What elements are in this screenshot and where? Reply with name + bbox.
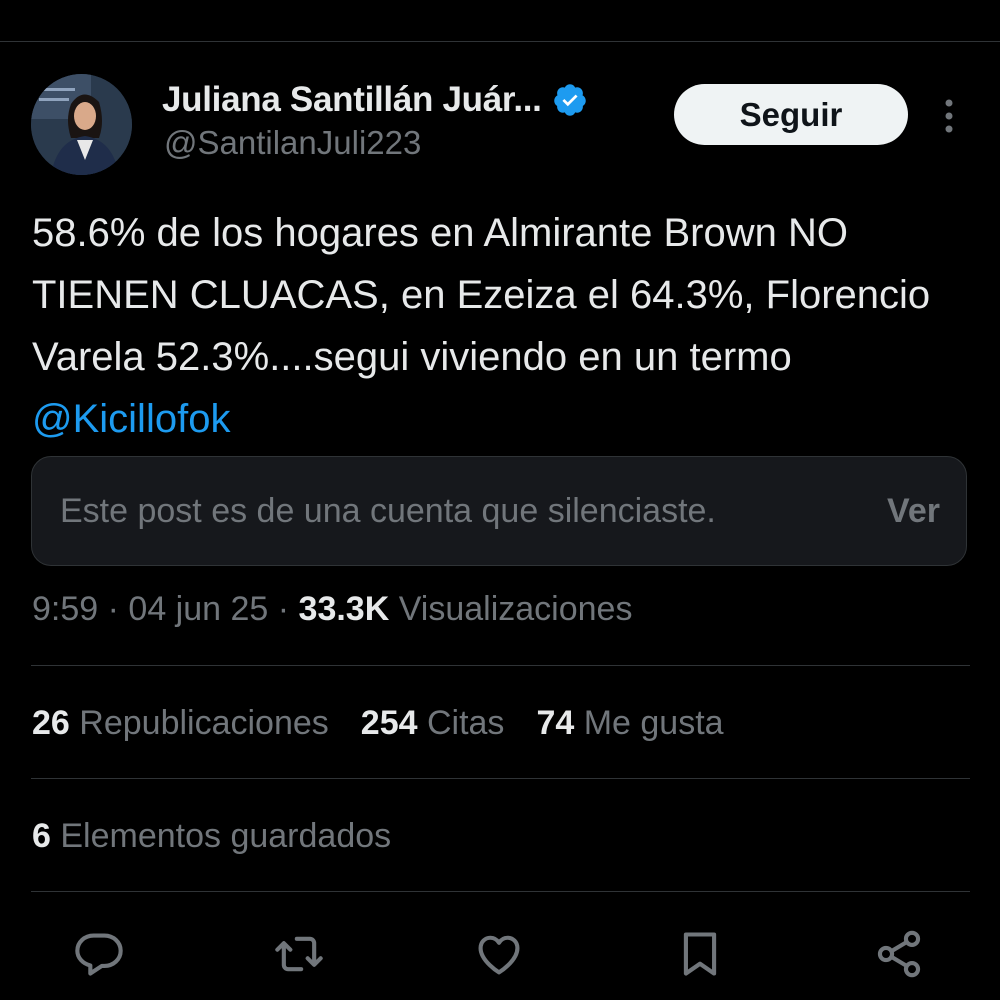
quotes-count: 254 (360, 704, 418, 742)
bookmark-icon[interactable] (674, 928, 726, 980)
reposts-stat[interactable]: 26 Republicaciones (32, 704, 329, 743)
engagement-stats: 26 Republicaciones 254 Citas 74 Me gusta (32, 704, 756, 743)
likes-label: Me gusta (583, 704, 724, 742)
like-icon[interactable] (473, 928, 525, 980)
bookmarks-label: Elementos guardados (60, 817, 392, 855)
repost-icon[interactable] (273, 928, 325, 980)
likes-count: 74 (536, 704, 575, 742)
divider (31, 891, 970, 892)
tweet-time[interactable]: 9:59 (32, 590, 98, 628)
quotes-label: Citas (426, 704, 505, 742)
tweet-text: 58.6% de los hogares en Almirante Brown … (32, 202, 972, 450)
reposts-label: Republicaciones (79, 704, 329, 742)
meta-separator: · (98, 590, 129, 628)
verified-badge-icon (552, 82, 588, 118)
divider (31, 778, 970, 779)
quotes-stat[interactable]: 254 Citas (361, 704, 505, 743)
follow-button[interactable]: Seguir (674, 84, 908, 145)
likes-stat[interactable]: 74 Me gusta (536, 704, 723, 743)
avatar[interactable] (31, 74, 132, 175)
bookmarks-count: 6 (32, 817, 51, 855)
tweet-meta: 9:59 · 04 jun 25 · 33.3K Visualizaciones (32, 590, 632, 629)
reply-icon[interactable] (73, 928, 125, 980)
author-name-row[interactable]: Juliana Santillán Juár... (162, 78, 588, 122)
muted-quote-card: Este post es de una cuenta que silencias… (31, 456, 967, 566)
author-handle[interactable]: @SantilanJuli223 (164, 124, 421, 162)
bookmarks-stat[interactable]: 6 Elementos guardados (32, 817, 391, 856)
reposts-count: 26 (32, 704, 70, 742)
top-divider (0, 41, 1000, 42)
mention-link[interactable]: @Kicillofok (32, 397, 230, 441)
muted-account-notice: Este post es de una cuenta que silencias… (60, 492, 716, 530)
author-display-name[interactable]: Juliana Santillán Juár... (162, 80, 542, 120)
views-count: 33.3K (298, 590, 390, 628)
views-label: Visualizaciones (398, 590, 633, 628)
more-options-icon[interactable] (936, 96, 962, 136)
meta-separator: · (268, 590, 299, 628)
tweet-date[interactable]: 04 jun 25 (128, 590, 268, 628)
tweet-body: 58.6% de los hogares en Almirante Brown … (32, 211, 931, 379)
view-muted-post-button[interactable]: Ver (887, 492, 940, 531)
share-icon[interactable] (873, 928, 925, 980)
divider (31, 665, 970, 666)
